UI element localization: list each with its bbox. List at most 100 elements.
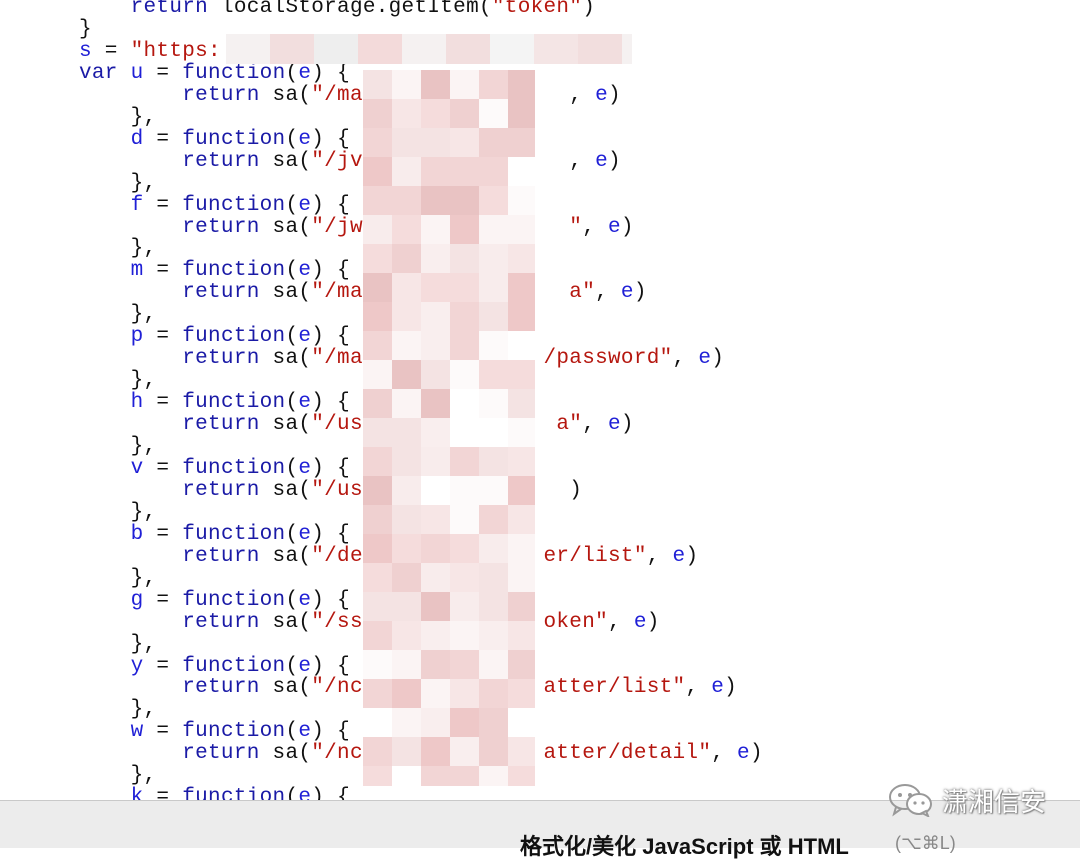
code-token: "/us (311, 478, 363, 502)
code-token: function (182, 325, 286, 349)
code-token: ) { (311, 325, 350, 349)
code-token: ) (749, 742, 763, 766)
code-token: ) { (311, 588, 350, 612)
code-token: "/jv (311, 149, 363, 173)
code-token: = (143, 193, 183, 217)
code-token: , (582, 215, 609, 239)
format-beautify-title[interactable]: 格式化/美化 JavaScript 或 HTML (520, 829, 849, 861)
code-token: ) { (311, 127, 350, 151)
code-line: p = function(e) { (79, 326, 350, 348)
code-token: sa( (259, 83, 312, 107)
code-token: }, (79, 237, 157, 261)
code-token: ) (608, 83, 621, 107)
code-token: = (143, 456, 183, 480)
code-token: function (182, 391, 286, 415)
code-token: w (130, 720, 144, 744)
code-token: ( (285, 325, 299, 349)
code-token: = (143, 786, 183, 800)
code-token: e (620, 281, 634, 305)
code-token: ) (685, 544, 699, 568)
code-line: } (79, 18, 92, 41)
code-token: e (608, 413, 621, 437)
wechat-icon (889, 784, 932, 817)
code-token: }, (79, 500, 157, 524)
code-token: }, (79, 566, 157, 590)
code-token: }, (79, 369, 157, 393)
code-token: return (182, 544, 260, 568)
code-token: , (582, 413, 609, 437)
code-line: v = function(e) { (79, 456, 350, 480)
code-token: e (672, 544, 686, 568)
code-token: function (182, 654, 286, 678)
code-token: return (182, 676, 260, 700)
code-token: "/nc (311, 676, 363, 700)
code-token: }, (79, 435, 157, 458)
code-token: = (143, 720, 183, 744)
code-token: ( (285, 522, 299, 546)
code-token: }, (79, 632, 157, 656)
code-token: ) { (311, 193, 350, 217)
code-line: k = function(e) { (79, 787, 350, 800)
code-token: function (182, 588, 286, 612)
code-token: sa( (259, 215, 312, 239)
code-token: "/ma (311, 83, 363, 107)
code-line: }, (79, 566, 157, 590)
code-token: e (298, 456, 312, 480)
code-token: e (737, 742, 750, 766)
code-line: }, (79, 632, 157, 656)
code-token: sa( (259, 281, 312, 305)
code-token: , (672, 347, 699, 371)
code-token: sa( (259, 742, 312, 766)
code-token: e (298, 325, 312, 349)
code-token: ( (285, 786, 299, 800)
code-token: = (143, 127, 183, 151)
code-line: return sa("/nc atter/list", e) (79, 677, 737, 699)
code-token: ) (724, 676, 738, 700)
code-line: m = function(e) { (79, 260, 350, 282)
code-token: , (595, 281, 621, 305)
code-token: e (298, 391, 312, 415)
code-token: ) { (311, 61, 350, 85)
code-token: = (91, 39, 131, 63)
code-token: return (130, 0, 209, 19)
code-line: return sa("/jw ", e) (79, 215, 634, 239)
code-token: e (298, 127, 312, 151)
code-token: }, (79, 698, 157, 722)
code-token: return (182, 742, 260, 766)
code-line: d = function(e) { (79, 127, 350, 151)
code-token: ) (711, 347, 725, 371)
code-token: oken" (543, 610, 609, 634)
code-token: sa( (259, 544, 312, 568)
code-token: ( (285, 654, 299, 678)
code-token: m (130, 259, 144, 283)
code-token: "token" (491, 0, 583, 19)
code-token: function (182, 127, 286, 151)
code-token: = (143, 391, 183, 415)
code-token: e (298, 522, 312, 546)
code-token: sa( (259, 676, 312, 700)
code-line: }, (79, 369, 157, 393)
code-editor[interactable]: return localStorage.getItem("token")} s =… (0, 0, 1080, 800)
code-token: k (130, 786, 144, 800)
code-token: e (298, 654, 312, 678)
code-token: u (130, 61, 144, 85)
code-token: d (130, 127, 144, 151)
code-token: e (298, 786, 312, 800)
code-token: ) { (311, 456, 350, 480)
code-line: f = function(e) { (79, 193, 350, 217)
code-token: atter/list" (543, 676, 686, 700)
code-token: y (130, 654, 144, 678)
code-line: g = function(e) { (79, 588, 350, 612)
code-line: return sa("/nc atter/detail", e) (79, 743, 763, 765)
